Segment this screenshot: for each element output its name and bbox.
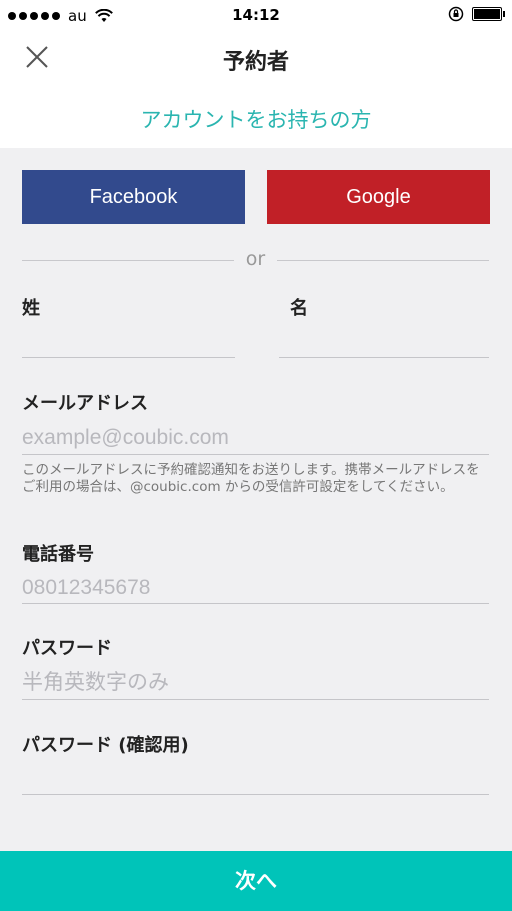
password-label: パスワード xyxy=(22,638,112,659)
email-label: メールアドレス xyxy=(22,393,148,414)
email-note: このメールアドレスに予約確認通知をお送りします。携帯メールアドレスをご利用の場合… xyxy=(22,462,480,495)
divider-line-right xyxy=(277,260,489,261)
status-bar: au 14:12 xyxy=(0,0,512,30)
phone-label: 電話番号 xyxy=(22,544,94,565)
status-time: 14:12 xyxy=(232,6,280,24)
next-button[interactable]: 次へ xyxy=(0,851,512,911)
phone-input[interactable] xyxy=(22,572,489,604)
account-row: アカウントをお持ちの方 xyxy=(0,88,512,148)
email-input[interactable] xyxy=(22,422,489,455)
existing-account-link[interactable]: アカウントをお持ちの方 xyxy=(0,104,512,134)
nav-bar: 予約者 xyxy=(0,30,512,88)
or-divider: or xyxy=(22,248,489,272)
last-name-label: 姓 xyxy=(22,298,40,319)
password-confirm-label: パスワード (確認用) xyxy=(22,735,189,756)
or-label: or xyxy=(245,248,266,270)
first-name-input[interactable] xyxy=(279,326,489,358)
page-title: 予約者 xyxy=(222,50,289,75)
first-name-label: 名 xyxy=(290,298,308,319)
facebook-login-button[interactable]: Facebook xyxy=(22,170,245,224)
battery-icon xyxy=(472,7,505,21)
last-name-input[interactable] xyxy=(22,326,235,358)
google-login-button[interactable]: Google xyxy=(267,170,490,224)
password-confirm-input[interactable] xyxy=(22,762,489,795)
password-input[interactable] xyxy=(22,667,489,700)
orientation-lock-icon xyxy=(448,6,464,22)
status-right xyxy=(448,6,505,22)
